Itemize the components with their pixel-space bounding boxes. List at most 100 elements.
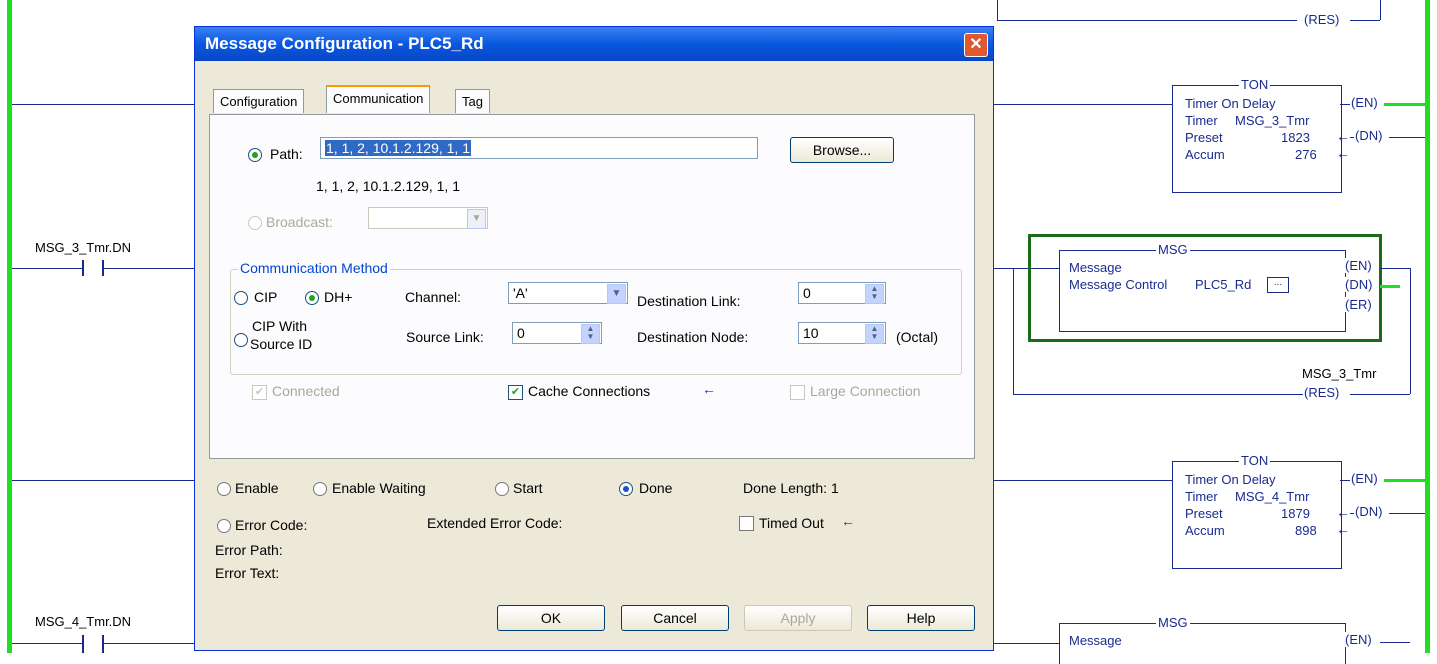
accum-arrow-icon: ← xyxy=(1336,521,1350,537)
ton-timer-tag[interactable]: MSG_3_Tmr xyxy=(1235,113,1309,128)
communication-method-label: Communication Method xyxy=(238,260,390,276)
error-path-label: Error Path: xyxy=(215,542,283,558)
accum-arrow-icon: ← xyxy=(1336,145,1350,161)
msg1-dn-coil[interactable]: (DN) xyxy=(1344,277,1374,292)
ton-instruction-1[interactable]: TON Timer On Delay Timer MSG_3_Tmr Prese… xyxy=(1172,77,1342,193)
dest-link-spinner[interactable]: 0 ▲ ▼ xyxy=(798,282,886,304)
channel-select[interactable]: 'A' ▼ xyxy=(508,282,628,304)
rung-wire xyxy=(997,20,1297,21)
msg2-en-coil[interactable]: (EN) xyxy=(1344,632,1373,647)
rung-wire xyxy=(104,643,194,644)
rung-wire xyxy=(104,268,194,269)
start-label: Start xyxy=(513,480,543,496)
large-connection-checkbox[interactable] xyxy=(790,385,805,400)
help-button[interactable]: Help xyxy=(867,605,975,631)
channel-label: Channel: xyxy=(405,289,462,305)
source-id-label: Source ID xyxy=(250,336,313,352)
msg-control-tag[interactable]: PLC5_Rd xyxy=(1195,277,1251,292)
energized-wire xyxy=(1384,103,1425,106)
connected-label: Connected xyxy=(272,383,340,399)
cache-connections-checkbox[interactable]: ✔ xyxy=(508,385,523,400)
ton-header: TON xyxy=(1239,77,1271,92)
rung-wire xyxy=(1389,513,1425,514)
ton-title: Timer On Delay xyxy=(1185,96,1276,111)
ton-timer-label: Timer xyxy=(1185,113,1218,128)
spinner-arrows-icon[interactable]: ▲ ▼ xyxy=(865,284,884,304)
spinner-arrows-icon[interactable]: ▲ ▼ xyxy=(865,324,884,344)
rung-wire xyxy=(1350,20,1380,21)
xic-contact-icon[interactable] xyxy=(82,635,104,653)
rung-wire xyxy=(12,104,194,105)
path-label: Path: xyxy=(270,146,303,162)
msg-header: MSG xyxy=(1156,242,1190,257)
dialog-title-bar[interactable]: Message Configuration - PLC5_Rd ✕ xyxy=(195,27,993,61)
source-link-label: Source Link: xyxy=(406,329,484,345)
rung-wire xyxy=(12,268,68,269)
ton2-en-coil[interactable]: (EN) xyxy=(1350,471,1379,486)
done-length: Done Length: 1 xyxy=(743,480,839,496)
start-radio xyxy=(495,482,509,496)
dest-node-value: 10 xyxy=(803,325,819,341)
dest-node-label: Destination Node: xyxy=(637,329,749,345)
dhplus-radio[interactable] xyxy=(305,291,319,305)
large-connection-label: Large Connection xyxy=(810,383,921,399)
rung-wire xyxy=(1380,268,1410,269)
communication-panel: Path: 1, 1, 2, 10.1.2.129, 1, 1 Browse..… xyxy=(209,114,975,459)
rung-wire xyxy=(1410,268,1411,394)
msg-config-button[interactable]: ... xyxy=(1267,277,1289,293)
cip-radio[interactable] xyxy=(234,291,248,305)
rung-wire xyxy=(1340,480,1350,481)
cancel-button[interactable]: Cancel xyxy=(621,605,729,631)
browse-button[interactable]: Browse... xyxy=(790,137,894,163)
dialog-title: Message Configuration - PLC5_Rd xyxy=(205,34,484,53)
res-coil-top[interactable]: (RES) xyxy=(1303,12,1341,27)
msg-control-label: Message Control xyxy=(1069,277,1168,292)
dhplus-label: DH+ xyxy=(324,289,353,305)
res-coil[interactable]: (RES) xyxy=(1303,385,1341,400)
broadcast-select[interactable]: ▼ xyxy=(368,207,488,229)
rung-wire xyxy=(1389,137,1425,138)
close-icon[interactable]: ✕ xyxy=(964,33,988,57)
connected-checkbox[interactable]: ✔ xyxy=(252,385,267,400)
cip-with-source-id-radio[interactable] xyxy=(234,333,248,347)
ton1-dn-coil[interactable]: (DN) xyxy=(1354,128,1384,143)
rung-wire xyxy=(997,0,998,20)
source-link-spinner[interactable]: 0 ▲ ▼ xyxy=(512,322,602,344)
ton-instruction-2[interactable]: TON Timer On Delay Timer MSG_4_Tmr Prese… xyxy=(1172,453,1342,569)
enable-waiting-radio xyxy=(313,482,327,496)
contact-tag-2[interactable]: MSG_4_Tmr.DN xyxy=(35,614,131,629)
ton-preset-value[interactable]: 1879 xyxy=(1281,506,1310,521)
spinner-arrows-icon[interactable]: ▲ ▼ xyxy=(581,324,600,344)
message-configuration-dialog: Message Configuration - PLC5_Rd ✕ Config… xyxy=(194,26,994,651)
tab-communication[interactable]: Communication xyxy=(326,85,431,113)
tab-tag[interactable]: Tag xyxy=(455,89,490,113)
ton-preset-label: Preset xyxy=(1185,130,1223,145)
xic-contact-icon[interactable] xyxy=(82,260,104,276)
broadcast-radio[interactable] xyxy=(248,216,262,230)
left-arrow-icon: ← xyxy=(841,513,855,529)
rung-wire xyxy=(1350,394,1410,395)
cip-with-label: CIP With xyxy=(252,318,307,334)
msg1-en-coil[interactable]: (EN) xyxy=(1344,258,1373,273)
ton-accum-label: Accum xyxy=(1185,523,1225,538)
res-tag[interactable]: MSG_3_Tmr xyxy=(1302,366,1376,381)
ton2-dn-coil[interactable]: (DN) xyxy=(1354,504,1384,519)
msg1-er-coil[interactable]: (ER) xyxy=(1344,297,1373,312)
path-input[interactable]: 1, 1, 2, 10.1.2.129, 1, 1 xyxy=(320,137,758,159)
msg-instruction-2[interactable]: MSG Message xyxy=(1059,615,1346,664)
ok-button[interactable]: OK xyxy=(497,605,605,631)
cache-connections-label: Cache Connections xyxy=(528,383,651,399)
msg-instruction-1[interactable]: MSG Message Message Control PLC5_Rd ... xyxy=(1059,242,1346,332)
rung-wire xyxy=(1380,642,1410,643)
ton1-en-coil[interactable]: (EN) xyxy=(1350,95,1379,110)
timed-out-checkbox xyxy=(739,516,754,531)
dest-node-spinner[interactable]: 10 ▲ ▼ xyxy=(798,322,886,344)
tab-configuration[interactable]: Configuration xyxy=(213,89,305,113)
path-radio[interactable] xyxy=(248,148,262,162)
apply-button[interactable]: Apply xyxy=(744,605,852,631)
rung-wire xyxy=(1380,0,1381,20)
ton-timer-tag[interactable]: MSG_4_Tmr xyxy=(1235,489,1309,504)
ton-header: TON xyxy=(1239,453,1271,468)
contact-tag-1[interactable]: MSG_3_Tmr.DN xyxy=(35,240,131,255)
ton-preset-value[interactable]: 1823 xyxy=(1281,130,1310,145)
